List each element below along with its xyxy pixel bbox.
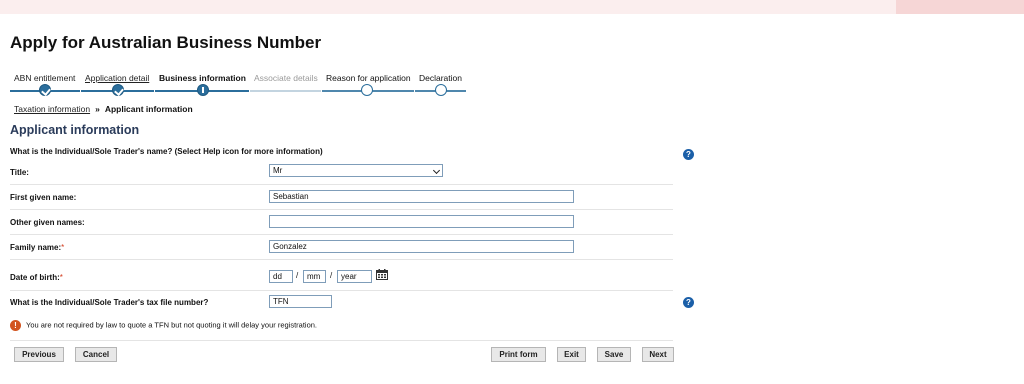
breadcrumb-link-taxation[interactable]: Taxation information <box>14 104 90 114</box>
exit-button[interactable]: Exit <box>557 347 586 362</box>
family-name-label-text: Family name: <box>10 243 62 252</box>
print-form-button[interactable]: Print form <box>491 347 546 362</box>
previous-button[interactable]: Previous <box>14 347 64 362</box>
pending-step-icon <box>435 84 447 96</box>
step-declaration: Declaration <box>415 70 466 96</box>
help-icon[interactable]: ? <box>683 149 694 160</box>
tfn-label: What is the Individual/Sole Trader's tax… <box>10 298 209 307</box>
breadcrumb-separator: » <box>95 104 100 114</box>
step-bar <box>250 90 321 92</box>
current-step-icon <box>197 84 209 96</box>
step-label: Declaration <box>419 73 462 83</box>
step-application-detail[interactable]: Application detail <box>81 70 154 96</box>
tfn-input[interactable]: TFN <box>269 295 332 308</box>
required-marker: * <box>59 273 63 282</box>
other-given-names-input[interactable] <box>269 215 574 228</box>
step-label: Business information <box>159 73 246 83</box>
step-label: Application detail <box>85 73 150 83</box>
tfn-notice: ! You are not required by law to quote a … <box>10 320 317 331</box>
family-name-input[interactable]: Gonzalez <box>269 240 574 253</box>
next-button[interactable]: Next <box>642 347 674 362</box>
dob-label: Date of birth:* <box>10 273 63 282</box>
title-row: Title: Mr <box>10 160 673 185</box>
check-icon <box>39 84 51 96</box>
step-abn-entitlement[interactable]: ABN entitlement <box>10 70 80 96</box>
dob-year-input[interactable]: year <box>337 270 372 283</box>
first-given-name-input[interactable]: Sebastian <box>269 190 574 203</box>
breadcrumb: Taxation information » Applicant informati… <box>14 104 193 114</box>
step-business-information: Business information <box>155 70 249 96</box>
check-icon <box>112 84 124 96</box>
dob-separator: / <box>296 271 299 280</box>
pending-step-icon <box>361 84 373 96</box>
dob-separator: / <box>330 271 333 280</box>
step-associate-details: Associate details <box>250 70 321 96</box>
top-banner-accent <box>896 0 1024 14</box>
family-name-row: Family name:* Gonzalez <box>10 235 673 260</box>
required-marker: * <box>61 243 65 252</box>
help-icon[interactable]: ? <box>683 297 694 308</box>
title-select-value: Mr <box>273 166 283 175</box>
family-name-label: Family name:* <box>10 243 64 252</box>
name-question: What is the Individual/Sole Trader's nam… <box>10 147 323 156</box>
other-given-names-row: Other given names: <box>10 210 673 235</box>
chevron-down-icon <box>432 166 441 175</box>
divider <box>10 340 673 341</box>
first-given-name-row: First given name: Sebastian <box>10 185 673 210</box>
dob-label-text: Date of birth: <box>10 273 60 282</box>
top-banner <box>0 0 1024 14</box>
tfn-notice-text: You are not required by law to quote a T… <box>26 320 318 330</box>
other-given-names-label: Other given names: <box>10 218 85 227</box>
step-label: Reason for application <box>326 73 411 83</box>
save-button[interactable]: Save <box>597 347 631 362</box>
breadcrumb-current: Applicant information <box>104 104 193 114</box>
step-reason-for-application: Reason for application <box>322 70 414 96</box>
warning-icon: ! <box>10 320 21 331</box>
title-select[interactable]: Mr <box>269 164 443 177</box>
page-title: Apply for Australian Business Number <box>10 33 322 52</box>
cancel-button[interactable]: Cancel <box>75 347 117 362</box>
title-label: Title: <box>10 168 29 177</box>
first-given-name-label: First given name: <box>10 193 77 202</box>
tfn-row: What is the Individual/Sole Trader's tax… <box>10 291 673 315</box>
step-label: Associate details <box>254 73 318 83</box>
calendar-icon[interactable] <box>376 269 388 280</box>
dob-month-input[interactable]: mm <box>303 270 326 283</box>
date-of-birth-row: Date of birth:* dd / mm / year <box>10 263 673 291</box>
step-label: ABN entitlement <box>14 73 76 83</box>
dob-day-input[interactable]: dd <box>269 270 293 283</box>
section-title: Applicant information <box>10 123 140 137</box>
